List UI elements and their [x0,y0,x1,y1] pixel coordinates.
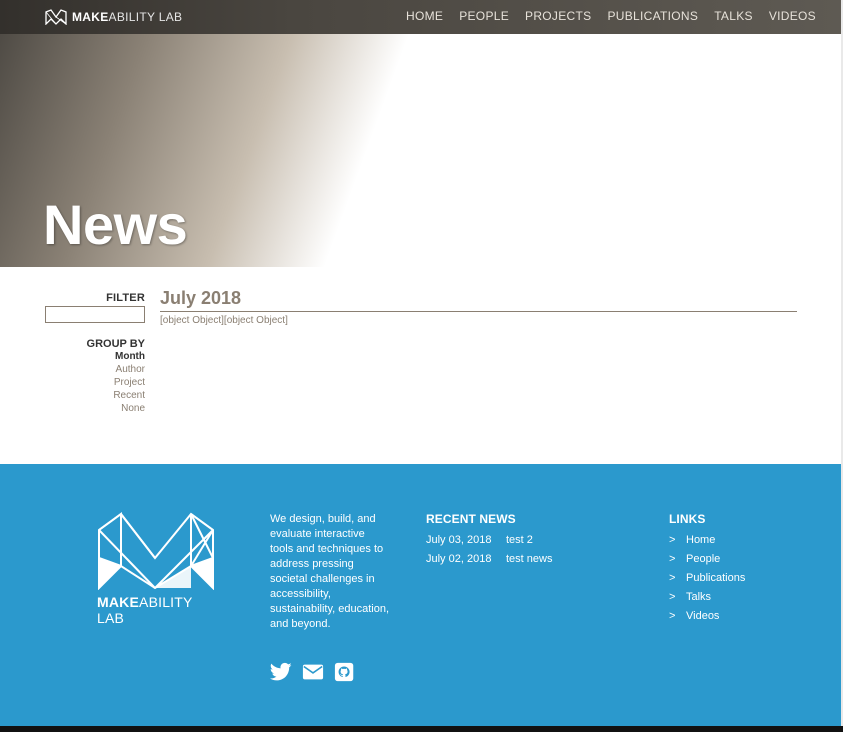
makeability-logo-icon [45,9,67,25]
filter-input[interactable] [45,306,145,323]
brand-name-light: ABILITY LAB [108,10,183,24]
news-date: July 02, 2018 [426,553,492,565]
filter-label: FILTER [106,292,145,304]
news-list: July 2018 [object Object][object Object] [160,288,797,326]
footer-link-label: Home [686,534,716,546]
footer-link-label: Talks [686,591,712,603]
page-title: News [43,193,188,256]
recent-news: RECENT NEWS July 03, 2018 test 2 July 02… [426,512,552,569]
chevron-right-icon: > [669,553,676,565]
footer: MAKEABILITY LAB We design, build, and ev… [0,464,841,726]
footer-link-label: Videos [686,610,720,622]
news-content: [object Object][object Object] [160,315,288,326]
group-by-author[interactable]: Author [45,363,145,376]
social-links [270,662,366,682]
links-heading: LINKS [669,512,706,526]
nav-item-talks[interactable]: TALKS [714,9,753,23]
chevron-right-icon: > [669,610,676,622]
bottom-bar [0,726,843,732]
footer-link-talks[interactable]: > Talks [669,588,745,607]
hero-banner: News [0,34,841,267]
chevron-right-icon: > [669,534,676,546]
list-item: July 02, 2018 test news [426,550,552,569]
month-heading: July 2018 [160,288,797,312]
group-by-project[interactable]: Project [45,376,145,389]
footer-link-label: Publications [686,572,746,584]
brand-name-bold: MAKE [72,10,109,24]
list-item: July 03, 2018 test 2 [426,531,552,550]
top-navbar: MAKEABILITY LAB HOME PEOPLE PROJECTS PUB… [0,0,841,34]
nav-item-videos[interactable]: VIDEOS [769,9,816,23]
group-by-label: GROUP BY [86,338,145,350]
group-by-recent[interactable]: Recent [45,389,145,402]
footer-link-publications[interactable]: > Publications [669,569,745,588]
news-link[interactable]: test 2 [506,531,533,550]
github-icon[interactable] [334,662,356,682]
nav-item-projects[interactable]: PROJECTS [525,9,591,23]
nav-menu: HOME PEOPLE PROJECTS PUBLICATIONS TALKS … [398,9,824,23]
twitter-icon[interactable] [270,662,292,682]
nav-item-publications[interactable]: PUBLICATIONS [607,9,698,23]
filter-sidebar: FILTER GROUP BY Month Author Project Rec… [45,292,145,415]
recent-news-heading: RECENT NEWS [426,512,516,526]
about-text: We design, build, and evaluate interacti… [270,513,390,630]
brand-logo[interactable]: MAKEABILITY LAB [45,8,182,26]
news-date: July 03, 2018 [426,534,492,546]
footer-link-label: People [686,553,721,565]
news-link[interactable]: test news [506,550,552,569]
footer-links: LINKS > Home > People > Publications > T… [669,512,745,626]
envelope-icon[interactable] [302,662,324,682]
footer-brand-bold: MAKE [97,594,140,610]
brand-name: MAKEABILITY LAB [72,10,182,24]
nav-item-home[interactable]: HOME [406,9,443,23]
makeability-logo-icon [98,512,214,590]
group-by-month[interactable]: Month [45,350,145,363]
chevron-right-icon: > [669,572,676,584]
footer-link-people[interactable]: > People [669,550,745,569]
chevron-right-icon: > [669,591,676,603]
footer-link-home[interactable]: > Home [669,531,745,550]
nav-item-people[interactable]: PEOPLE [459,9,509,23]
footer-brand-name: MAKEABILITY LAB [97,594,215,626]
footer-logo[interactable]: MAKEABILITY LAB [97,512,215,626]
group-by-none[interactable]: None [45,402,145,415]
footer-link-videos[interactable]: > Videos [669,607,745,626]
